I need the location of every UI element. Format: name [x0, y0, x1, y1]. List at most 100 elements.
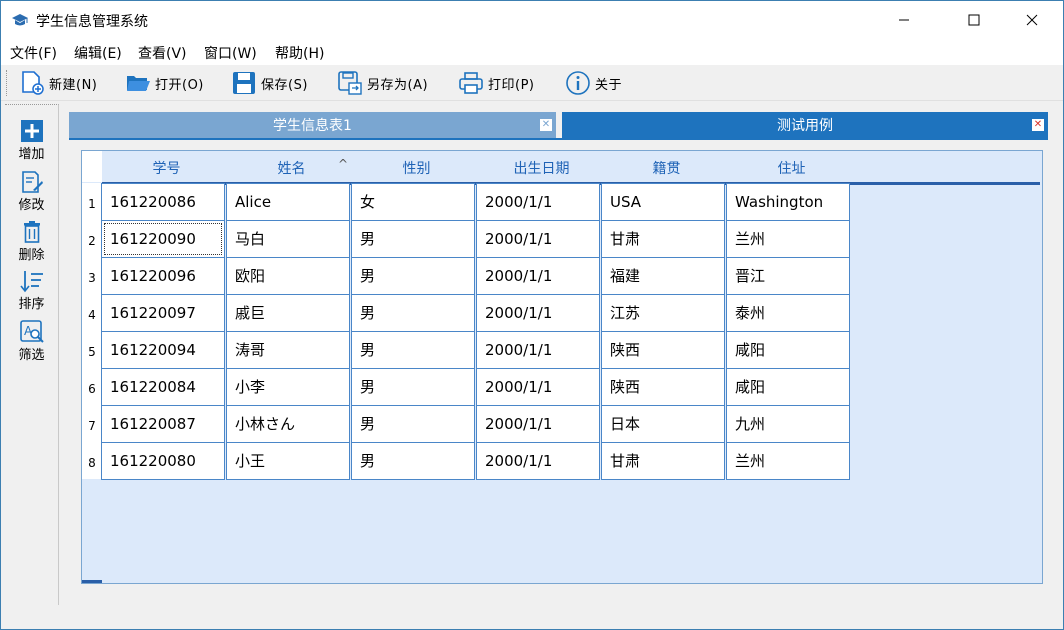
table-cell[interactable]: 泰州 [726, 294, 850, 332]
table-cell[interactable]: 男 [351, 442, 475, 480]
save-as-label: 另存为(A) [367, 77, 429, 93]
table-cell[interactable]: 甘肃 [601, 442, 725, 480]
minimize-button[interactable] [881, 1, 927, 39]
edit-icon [21, 171, 43, 193]
column-header[interactable]: 姓名 [229, 158, 354, 178]
maximize-button[interactable] [951, 1, 997, 39]
table-cell[interactable]: 江苏 [601, 294, 725, 332]
menu-help[interactable]: 帮助(H) [275, 43, 324, 63]
table-cell[interactable]: 马白 [226, 220, 350, 258]
table-cell[interactable]: 男 [351, 257, 475, 295]
table-cell[interactable]: 兰州 [726, 442, 850, 480]
data-grid[interactable]: 学号 姓名 ^ 性别 出生日期 籍贯 住址 1 161220086 Alice 女 20… [81, 150, 1043, 584]
table-cell[interactable]: Alice [226, 183, 350, 221]
table-cell[interactable]: 九州 [726, 405, 850, 443]
add-button[interactable]: 增加 [5, 109, 58, 162]
table-cell[interactable]: 小王 [226, 442, 350, 480]
table-cell[interactable]: 2000/1/1 [476, 294, 600, 332]
table-cell[interactable]: 晋江 [726, 257, 850, 295]
sort-button[interactable]: 排序 [5, 259, 58, 312]
table-cell[interactable]: 福建 [601, 257, 725, 295]
menu-bar: 文件(F) 编辑(E) 查看(V) 窗口(W) 帮助(H) [1, 39, 1063, 65]
table-cell[interactable]: 男 [351, 368, 475, 406]
row-number[interactable]: 5 [82, 331, 102, 368]
table-cell[interactable]: 小林さん [226, 405, 350, 443]
table-cell[interactable]: 161220096 [101, 257, 225, 295]
table-cell[interactable]: 甘肃 [601, 220, 725, 258]
table-cell[interactable]: 女 [351, 183, 475, 221]
tab-underline [69, 138, 1048, 140]
table-cell[interactable]: 男 [351, 220, 475, 258]
menu-file[interactable]: 文件(F) [10, 43, 57, 63]
row-number[interactable]: 4 [82, 294, 102, 331]
table-cell[interactable]: 2000/1/1 [476, 368, 600, 406]
row-number[interactable]: 1 [82, 183, 102, 220]
table-cell[interactable]: 欧阳 [226, 257, 350, 295]
table-cell[interactable]: 161220080 [101, 442, 225, 480]
table-cell[interactable]: 161220094 [101, 331, 225, 369]
print-button[interactable]: 打印(P) [458, 68, 534, 98]
table-cell[interactable]: 咸阳 [726, 331, 850, 369]
table-cell[interactable]: 161220084 [101, 368, 225, 406]
side-toolbar: 增加 修改 删除 排序 A 筛选 [5, 104, 59, 605]
folder-open-icon [127, 76, 150, 91]
table-cell[interactable]: 小李 [226, 368, 350, 406]
close-button[interactable] [1009, 1, 1055, 39]
new-file-icon [22, 71, 44, 95]
menu-edit[interactable]: 编辑(E) [74, 43, 122, 63]
table-cell[interactable]: 涛哥 [226, 331, 350, 369]
table-cell[interactable]: 2000/1/1 [476, 442, 600, 480]
table-cell[interactable]: 男 [351, 331, 475, 369]
new-button[interactable]: 新建(N) [19, 68, 97, 98]
save-icon [233, 72, 255, 94]
table-cell[interactable]: 咸阳 [726, 368, 850, 406]
column-header[interactable]: 性别 [354, 158, 479, 178]
row-number[interactable]: 7 [82, 405, 102, 442]
open-button[interactable]: 打开(O) [125, 68, 204, 98]
about-button[interactable]: 关于 [565, 68, 622, 98]
table-cell[interactable]: Washington [726, 183, 850, 221]
table-cell[interactable]: 陕西 [601, 331, 725, 369]
menu-view[interactable]: 查看(V) [138, 43, 187, 63]
table-cell[interactable]: 戚巨 [226, 294, 350, 332]
table-cell[interactable]: 男 [351, 294, 475, 332]
tab-student-info[interactable]: 学生信息表1 ✕ [69, 112, 556, 138]
column-header[interactable]: 学号 [104, 158, 229, 178]
row-number[interactable]: 2 [82, 220, 102, 257]
table-cell[interactable]: 2000/1/1 [476, 220, 600, 258]
row-number[interactable]: 3 [82, 257, 102, 294]
tab-close-icon[interactable]: ✕ [1032, 119, 1044, 131]
tab-close-icon[interactable]: ✕ [540, 119, 552, 131]
menu-window[interactable]: 窗口(W) [204, 43, 257, 63]
filter-button[interactable]: A 筛选 [5, 310, 58, 363]
modify-button[interactable]: 修改 [5, 160, 58, 213]
table-cell[interactable]: 2000/1/1 [476, 257, 600, 295]
table-cell[interactable]: 2000/1/1 [476, 405, 600, 443]
table-cell[interactable]: 161220086 [101, 183, 225, 221]
table-cell[interactable]: 161220097 [101, 294, 225, 332]
table-cell[interactable]: 2000/1/1 [476, 331, 600, 369]
row-number[interactable]: 6 [82, 368, 102, 405]
table-cell[interactable]: 日本 [601, 405, 725, 443]
table-cell[interactable]: 男 [351, 405, 475, 443]
delete-button[interactable]: 删除 [5, 210, 58, 263]
tab-test-case[interactable]: 测试用例 ✕ [562, 112, 1048, 138]
column-header[interactable]: 籍贯 [604, 158, 729, 178]
print-icon [459, 72, 483, 94]
scroll-indicator [82, 580, 102, 583]
column-header[interactable]: 出生日期 [479, 158, 604, 178]
table-cell[interactable]: 兰州 [726, 220, 850, 258]
table-cell[interactable]: USA [601, 183, 725, 221]
table-cell[interactable]: 2000/1/1 [476, 183, 600, 221]
save-button[interactable]: 保存(S) [231, 68, 308, 98]
filter-label: 筛选 [18, 348, 45, 363]
save-as-button[interactable]: 另存为(A) [337, 68, 428, 98]
table-cell[interactable]: 陕西 [601, 368, 725, 406]
graduation-cap-icon [12, 14, 28, 26]
row-number[interactable]: 8 [82, 442, 102, 479]
delete-icon [23, 221, 40, 243]
table-cell[interactable]: 161220090 [101, 220, 225, 258]
toolbar-grip[interactable] [6, 70, 10, 96]
column-header[interactable]: 住址 [729, 158, 854, 178]
table-cell[interactable]: 161220087 [101, 405, 225, 443]
